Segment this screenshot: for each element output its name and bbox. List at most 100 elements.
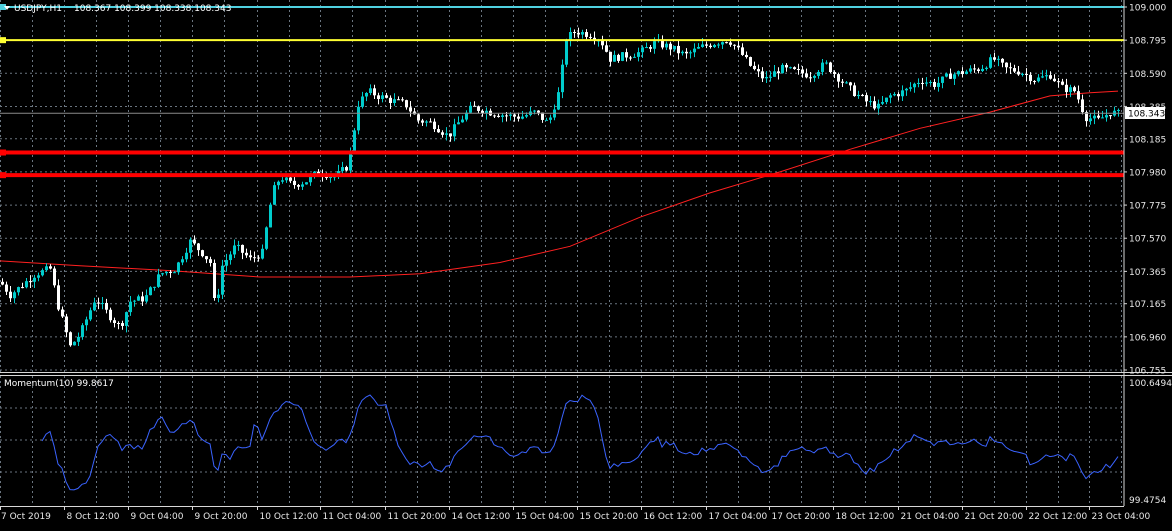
candle-body [73, 341, 76, 346]
chart-canvas[interactable]: 109.000108.795108.590108.385108.185107.9… [0, 0, 1172, 527]
candle-body [57, 285, 60, 310]
yellow-level-handle[interactable] [0, 37, 6, 44]
candle-body [805, 73, 808, 78]
red-level-2-handle[interactable] [0, 172, 6, 179]
candle-body [585, 32, 588, 37]
price-candles [1, 27, 1120, 347]
candle-body [185, 252, 188, 260]
current-price-value: 108.343 [1128, 110, 1165, 120]
indicator-axis[interactable]: 100.6494 99.4754 [1129, 379, 1172, 506]
candle-body [901, 90, 904, 97]
candle-body [265, 227, 268, 249]
candle-body [193, 239, 196, 244]
candle-body [981, 68, 984, 72]
candle-body [765, 76, 768, 79]
candle-body [925, 82, 928, 84]
mt4-chart-window[interactable]: 109.000108.795108.590108.385108.185107.9… [0, 0, 1172, 527]
candle-body [1097, 115, 1100, 118]
candle-body [149, 287, 152, 296]
candle-body [813, 75, 816, 78]
candle-body [273, 185, 276, 205]
candle-body [345, 167, 348, 171]
candle-body [833, 72, 836, 75]
candle-body [781, 64, 784, 74]
candle-body [5, 284, 8, 292]
candle-body [189, 239, 192, 253]
candle-body [821, 62, 824, 72]
candle-body [161, 273, 164, 275]
candle-body [233, 245, 236, 255]
candle-body [837, 74, 840, 82]
price-tick-label: 107.775 [1129, 202, 1166, 212]
candle-body [245, 252, 248, 256]
candle-body [1005, 62, 1008, 68]
candle-body [913, 83, 916, 88]
candle-body [1077, 91, 1080, 100]
candle-body [25, 281, 28, 288]
price-tick-label: 106.960 [1129, 333, 1166, 343]
candle-body [69, 332, 72, 346]
candle-body [869, 101, 872, 103]
candle-body [93, 302, 96, 311]
candle-body [881, 102, 884, 104]
time-tick-label: 22 Oct 12:00 [1029, 512, 1088, 522]
candle-body [253, 257, 256, 259]
candle-body [21, 287, 24, 289]
time-axis[interactable]: 7 Oct 2019 8 Oct 12:00 9 Oct 04:00 9 Oct 20… [0, 506, 1151, 522]
candle-body [889, 95, 892, 98]
indicator-tick-label: 99.4754 [1129, 496, 1166, 506]
candle-body [589, 36, 592, 38]
candle-body [989, 57, 992, 68]
candle-body [673, 45, 676, 50]
candle-body [693, 48, 696, 53]
candle-body [29, 281, 32, 283]
candle-body [1029, 74, 1032, 82]
time-tick-label: 15 Oct 04:00 [516, 512, 575, 522]
red-level-1-handle[interactable] [0, 149, 6, 156]
price-tick-label: 106.755 [1129, 367, 1166, 377]
time-tick-label: 11 Oct 20:00 [388, 512, 447, 522]
candle-body [249, 255, 252, 258]
candle-body [237, 244, 240, 246]
candle-body [101, 302, 104, 304]
candle-body [885, 97, 888, 103]
candle-body [941, 76, 944, 83]
candle-body [513, 114, 516, 117]
price-axis[interactable]: 109.000108.795108.590108.385108.185107.9… [1124, 4, 1166, 377]
candle-body [277, 181, 280, 186]
candle-body [709, 45, 712, 48]
momentum-line [41, 394, 1119, 491]
candle-body [457, 122, 460, 125]
candle-body [633, 56, 636, 58]
candle-body [417, 114, 420, 121]
candle-body [205, 256, 208, 260]
candle-body [801, 69, 804, 74]
candle-body [301, 184, 304, 187]
candle-body [621, 52, 624, 61]
candle-body [1021, 73, 1024, 75]
candle-body [105, 302, 108, 310]
candle-body [669, 43, 672, 50]
candle-body [85, 319, 88, 326]
chart-title: USDJPY,H1 108.367 108.399 108.338 108.34… [4, 4, 231, 14]
candle-body [629, 57, 632, 59]
time-tick-label: 7 Oct 2019 [1, 512, 51, 522]
candle-body [357, 106, 360, 131]
candle-body [689, 52, 692, 54]
candle-body [61, 309, 64, 317]
main-grid [0, 0, 1124, 372]
candle-body [9, 291, 12, 299]
candle-body [525, 115, 528, 117]
candle-body [469, 105, 472, 113]
candle-body [497, 115, 500, 117]
candle-body [973, 68, 976, 70]
candle-body [985, 67, 988, 69]
candle-body [1025, 73, 1028, 75]
candle-body [1065, 84, 1068, 93]
price-tick-label: 107.365 [1129, 268, 1166, 278]
time-tick-label: 15 Oct 20:00 [580, 512, 639, 522]
candle-body [785, 64, 788, 68]
candle-body [1037, 77, 1040, 82]
candle-body [289, 177, 292, 181]
moving-average-line [0, 90, 1119, 278]
